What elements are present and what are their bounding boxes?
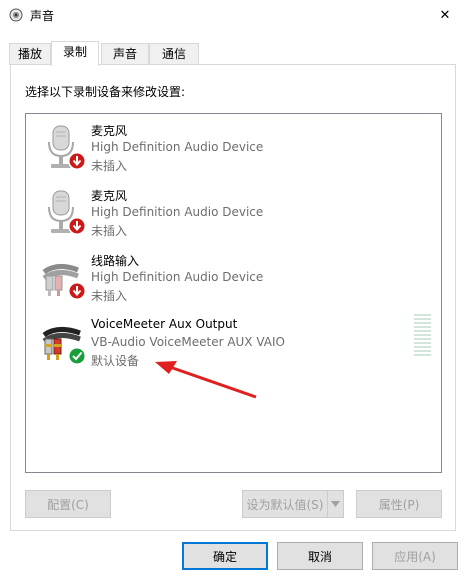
unplugged-badge-icon — [68, 282, 86, 300]
apply-button[interactable]: 应用(A) — [372, 542, 458, 570]
title-bar: 声音 ✕ — [0, 0, 465, 30]
recording-panel: 选择以下录制设备来修改设置: 麦克风 High Definition Audio… — [10, 64, 456, 531]
list-item[interactable]: 麦克风 High Definition Audio Device 未插入 — [26, 181, 441, 245]
device-list[interactable]: 麦克风 High Definition Audio Device 未插入 麦克风 — [25, 113, 442, 473]
device-description: High Definition Audio Device — [91, 205, 264, 219]
line-in-cable-icon — [42, 327, 86, 365]
device-name: 麦克风 — [91, 124, 128, 138]
device-name: 麦克风 — [91, 189, 128, 203]
unplugged-badge-icon — [68, 152, 86, 170]
device-name: 线路输入 — [91, 254, 140, 268]
tab-communications[interactable]: 通信 — [149, 43, 199, 65]
microphone-icon — [48, 125, 86, 170]
tab-sounds[interactable]: 声音 — [101, 43, 149, 65]
cancel-button[interactable]: 取消 — [277, 542, 363, 570]
device-status: 未插入 — [91, 289, 128, 303]
tab-playback[interactable]: 播放 — [9, 43, 51, 65]
device-status: 未插入 — [91, 159, 128, 173]
tab-recording[interactable]: 录制 — [51, 41, 99, 66]
set-default-dropdown[interactable] — [327, 490, 344, 518]
list-item[interactable]: 麦克风 High Definition Audio Device 未插入 — [26, 116, 441, 180]
microphone-icon — [48, 190, 86, 235]
device-description: High Definition Audio Device — [91, 270, 264, 284]
device-description: VB-Audio VoiceMeeter AUX VAIO — [91, 335, 285, 349]
list-item[interactable]: 线路输入 High Definition Audio Device 未插入 — [26, 246, 441, 310]
device-name: VoiceMeeter Aux Output — [91, 317, 238, 331]
set-default-button[interactable]: 设为默认值(S) — [242, 490, 327, 518]
device-status: 默认设备 — [91, 354, 140, 368]
close-icon: ✕ — [439, 7, 451, 23]
close-button[interactable]: ✕ — [425, 0, 465, 30]
level-meter — [414, 314, 431, 358]
window-title: 声音 — [30, 9, 55, 23]
instruction-label: 选择以下录制设备来修改设置: — [25, 85, 186, 99]
line-in-cable-icon — [42, 264, 86, 300]
configure-button[interactable]: 配置(C) — [25, 490, 111, 518]
properties-button[interactable]: 属性(P) — [356, 490, 442, 518]
default-check-badge-icon — [68, 347, 86, 365]
device-status: 未插入 — [91, 224, 128, 238]
list-item[interactable]: VoiceMeeter Aux Output VB-Audio VoiceMee… — [26, 311, 441, 375]
device-description: High Definition Audio Device — [91, 140, 264, 154]
speaker-icon — [9, 8, 23, 22]
unplugged-badge-icon — [68, 217, 86, 235]
ok-button[interactable]: 确定 — [182, 542, 268, 570]
chevron-down-icon — [331, 501, 340, 507]
